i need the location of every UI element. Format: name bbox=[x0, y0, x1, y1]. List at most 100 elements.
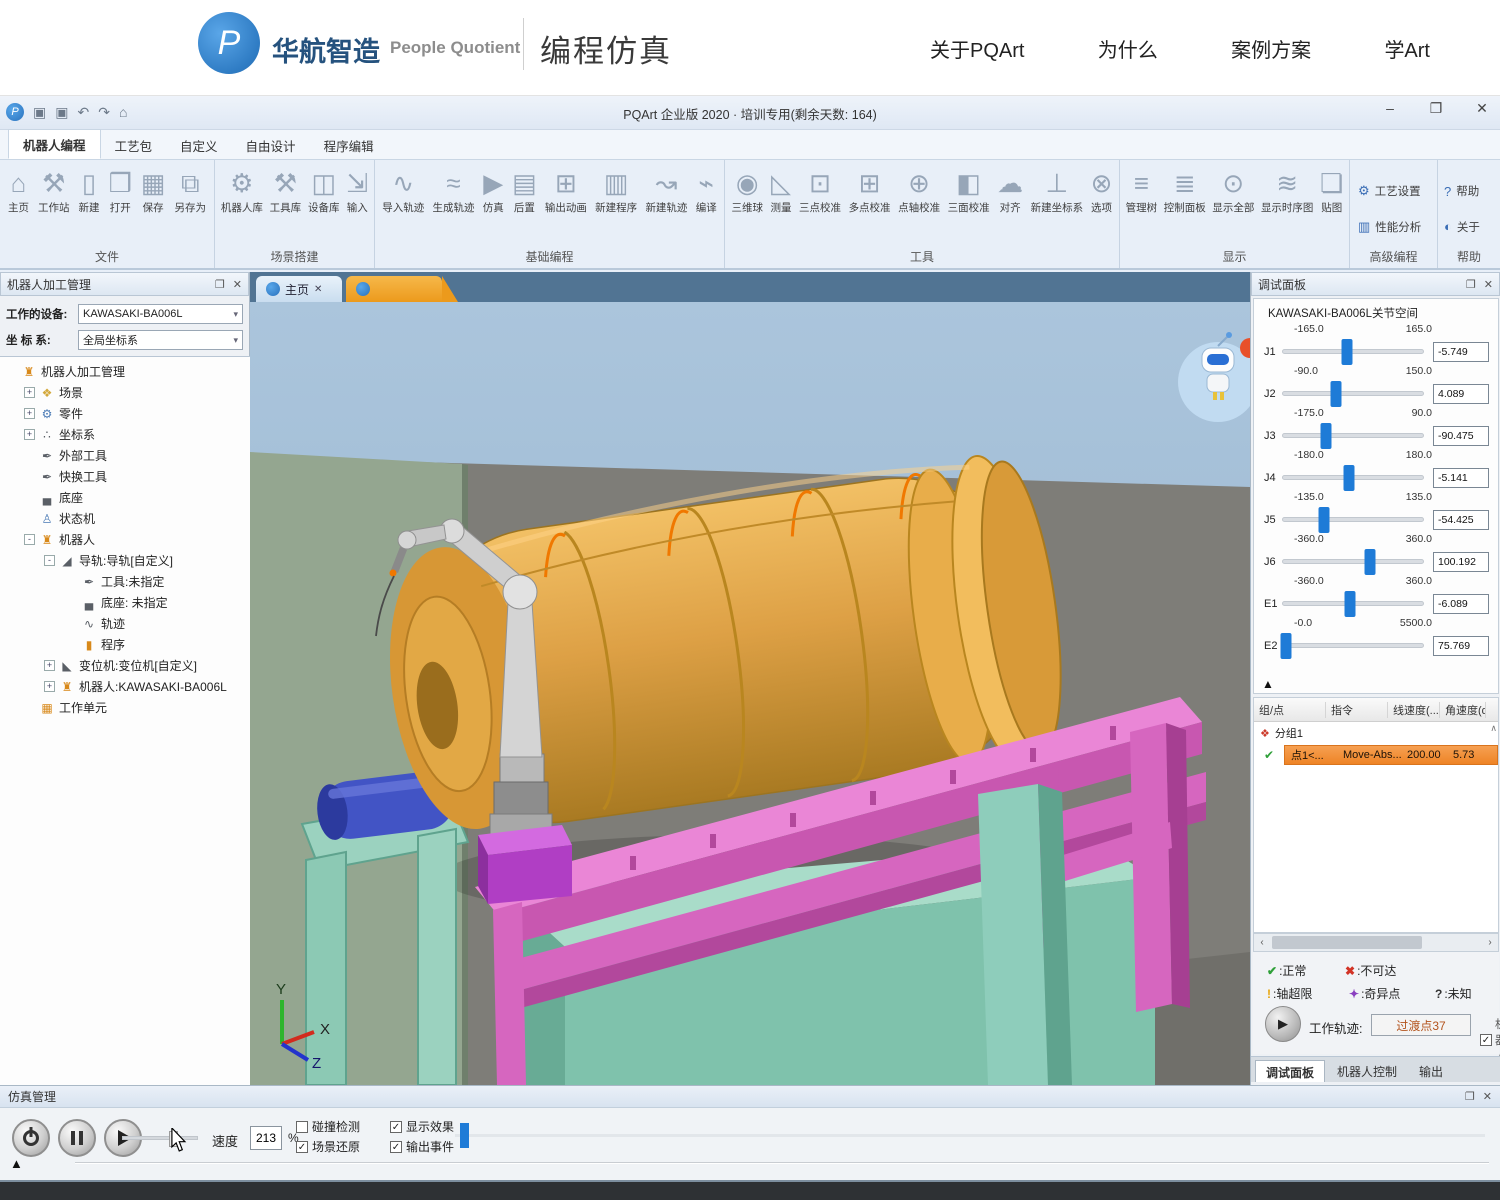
ribbon-item-three-point-calibration[interactable]: ⊡三点校准 bbox=[798, 166, 842, 217]
collapse-sim-panel-button[interactable]: ▲ bbox=[10, 1156, 23, 1171]
collapse-joints-button[interactable]: ▲ bbox=[1262, 677, 1274, 691]
progress-thumb[interactable] bbox=[460, 1123, 469, 1148]
j5-value-field[interactable]: -54.425 bbox=[1433, 510, 1489, 530]
tree-item-state-machine[interactable]: ♙状态机 bbox=[0, 508, 250, 529]
tree-item-track[interactable]: ∿轨迹 bbox=[0, 613, 250, 634]
j4-slider-thumb[interactable] bbox=[1343, 465, 1354, 491]
ribbon-item-process-settings[interactable]: ⚙工艺设置 bbox=[1358, 183, 1421, 199]
tree-item-parts[interactable]: +⚙零件 bbox=[0, 403, 250, 424]
tab-debug-panel[interactable]: 调试面板 bbox=[1255, 1060, 1325, 1082]
e1-value-field[interactable]: -6.089 bbox=[1433, 594, 1489, 614]
speed-value-field[interactable]: 213 bbox=[250, 1126, 282, 1150]
ribbon-item-measure[interactable]: ◺测量 bbox=[770, 166, 793, 217]
tab-robot-programming[interactable]: 机器人编程 bbox=[8, 129, 101, 159]
j1-slider[interactable] bbox=[1282, 349, 1424, 354]
ribbon-item-simulate[interactable]: ▶仿真 bbox=[482, 166, 505, 217]
ribbon-item-import-track[interactable]: ∿导入轨迹 bbox=[381, 166, 425, 217]
e2-slider[interactable] bbox=[1282, 643, 1424, 648]
ribbon-item-compile[interactable]: ⌁编译 bbox=[695, 166, 718, 217]
e1-slider-thumb[interactable] bbox=[1345, 591, 1356, 617]
e1-slider[interactable] bbox=[1282, 601, 1424, 606]
speed-slider[interactable] bbox=[122, 1136, 198, 1140]
stop-button[interactable] bbox=[12, 1119, 50, 1157]
e2-value-field[interactable]: 75.769 bbox=[1433, 636, 1489, 656]
column-angular-speed[interactable]: 角速度(d... bbox=[1440, 702, 1486, 718]
play-track-button[interactable]: ▶ bbox=[1265, 1006, 1301, 1042]
speed-slider-thumb[interactable] bbox=[169, 1131, 178, 1147]
collision-detect-checkbox[interactable]: 碰撞检测 bbox=[296, 1118, 360, 1135]
pin-panel-icon[interactable]: ❐ bbox=[215, 278, 225, 291]
working-device-select[interactable]: KAWASAKI-BA006L ▾ bbox=[78, 304, 243, 324]
ribbon-item-about[interactable]: ◐关于 bbox=[1444, 219, 1480, 235]
tab-custom[interactable]: 自定义 bbox=[166, 131, 232, 159]
minimize-button[interactable]: – bbox=[1380, 100, 1400, 117]
tab-process-package[interactable]: 工艺包 bbox=[101, 131, 167, 159]
ribbon-item-tool-library[interactable]: ⚒工具库 bbox=[269, 166, 303, 217]
coordinate-system-select[interactable]: 全局坐标系 ▾ bbox=[78, 330, 243, 350]
ribbon-item-workstation[interactable]: ⚒工作站 bbox=[37, 166, 71, 217]
table-horizontal-scrollbar[interactable]: ‹ › bbox=[1253, 933, 1499, 952]
ribbon-item-new-program[interactable]: ▥新建程序 bbox=[594, 166, 638, 217]
scroll-left-icon[interactable]: ‹ bbox=[1254, 937, 1270, 948]
ribbon-item-export-animation[interactable]: ⊞输出动画 bbox=[544, 166, 588, 217]
nav-learn-art[interactable]: 学Art bbox=[1384, 34, 1430, 63]
ribbon-item-import[interactable]: ⇲输入 bbox=[345, 166, 369, 217]
ribbon-item-save-as[interactable]: ⧉另存为 bbox=[173, 166, 207, 217]
column-group-point[interactable]: 组/点 bbox=[1254, 702, 1326, 718]
close-panel-icon[interactable]: ✕ bbox=[233, 278, 242, 291]
tree-item-robot[interactable]: -♜机器人 bbox=[0, 529, 250, 550]
tree-item-program[interactable]: ▮程序 bbox=[0, 634, 250, 655]
j4-slider[interactable] bbox=[1282, 475, 1424, 480]
restore-button[interactable]: ❐ bbox=[1426, 100, 1446, 117]
tree-item-positioner[interactable]: +◣变位机:变位机[自定义] bbox=[0, 655, 250, 676]
pause-button[interactable] bbox=[58, 1119, 96, 1157]
ribbon-item-open[interactable]: ❒打开 bbox=[108, 166, 133, 217]
output-event-checkbox[interactable]: ✓ 输出事件 bbox=[390, 1138, 454, 1155]
display-effect-checkbox[interactable]: ✓ 显示效果 bbox=[390, 1118, 454, 1135]
tree-item-coordinates[interactable]: +∴坐标系 bbox=[0, 424, 250, 445]
tree-item-robot-kawasaki[interactable]: +♜机器人:KAWASAKI-BA006L bbox=[0, 676, 250, 697]
ribbon-item-align[interactable]: ☁对齐 bbox=[996, 166, 1024, 217]
j2-value-field[interactable]: 4.089 bbox=[1433, 384, 1489, 404]
close-button[interactable]: ✕ bbox=[1472, 100, 1492, 117]
j1-slider-thumb[interactable] bbox=[1342, 339, 1353, 365]
j5-slider[interactable] bbox=[1282, 517, 1424, 522]
j3-slider[interactable] bbox=[1282, 433, 1424, 438]
scene-restore-checkbox[interactable]: ✓ 场景还原 bbox=[296, 1138, 360, 1155]
close-panel-icon[interactable]: ✕ bbox=[1483, 1090, 1492, 1103]
scroll-up-icon[interactable]: ∧ bbox=[1490, 723, 1497, 734]
tree-item-external-tools[interactable]: ✒外部工具 bbox=[0, 445, 250, 466]
ribbon-item-three-plane-calibration[interactable]: ◧三面校准 bbox=[947, 166, 991, 217]
j2-slider-thumb[interactable] bbox=[1331, 381, 1342, 407]
tree-item-quick-change-tools[interactable]: ✒快换工具 bbox=[0, 466, 250, 487]
ribbon-item-post-process[interactable]: ▤后置 bbox=[511, 166, 538, 217]
ribbon-item-manage-tree[interactable]: ≡管理树 bbox=[1125, 166, 1159, 217]
ribbon-item-help[interactable]: ?帮助 bbox=[1444, 183, 1479, 199]
tree-item-rail[interactable]: -◢导轨:导轨[自定义] bbox=[0, 550, 250, 571]
group-row[interactable]: ❖ 分组1 bbox=[1254, 722, 1498, 744]
nav-why[interactable]: 为什么 bbox=[1098, 34, 1158, 63]
column-command[interactable]: 指令 bbox=[1326, 702, 1388, 718]
nav-about-pqart[interactable]: 关于PQArt bbox=[930, 34, 1024, 63]
close-tab-icon[interactable]: ✕ bbox=[314, 284, 322, 295]
viewport-tab-document[interactable] bbox=[346, 276, 442, 302]
tree-item-tool-unset[interactable]: ✒工具:未指定 bbox=[0, 571, 250, 592]
nav-case-solutions[interactable]: 案例方案 bbox=[1231, 34, 1311, 63]
ribbon-item-options[interactable]: ⊗选项 bbox=[1090, 166, 1114, 217]
ribbon-item-new-coordinate[interactable]: ⊥新建坐标系 bbox=[1030, 166, 1085, 217]
tab-output[interactable]: 输出 bbox=[1409, 1060, 1453, 1082]
ribbon-item-device-library[interactable]: ◫设备库 bbox=[307, 166, 341, 217]
ribbon-item-triball[interactable]: ◉三维球 bbox=[731, 166, 765, 217]
j3-value-field[interactable]: -90.475 bbox=[1433, 426, 1489, 446]
tree-item-base-unset[interactable]: ▄底座: 未指定 bbox=[0, 592, 250, 613]
close-panel-icon[interactable]: ✕ bbox=[1484, 278, 1493, 291]
tree-item-scene[interactable]: +❖场景 bbox=[0, 382, 250, 403]
ribbon-item-new-track[interactable]: ↝新建轨迹 bbox=[644, 166, 688, 217]
viewport-tab-home[interactable]: 主页 ✕ bbox=[256, 276, 342, 302]
scrollbar-thumb[interactable] bbox=[1272, 936, 1422, 949]
ribbon-item-multi-point-calibration[interactable]: ⊞多点校准 bbox=[848, 166, 892, 217]
ribbon-item-performance-analysis[interactable]: ▥性能分析 bbox=[1358, 219, 1421, 235]
scene-canvas[interactable]: Y X Z bbox=[250, 302, 1250, 1085]
tree-item-base[interactable]: ▄底座 bbox=[0, 487, 250, 508]
ribbon-item-show-all[interactable]: ⊙显示全部 bbox=[1211, 166, 1255, 217]
